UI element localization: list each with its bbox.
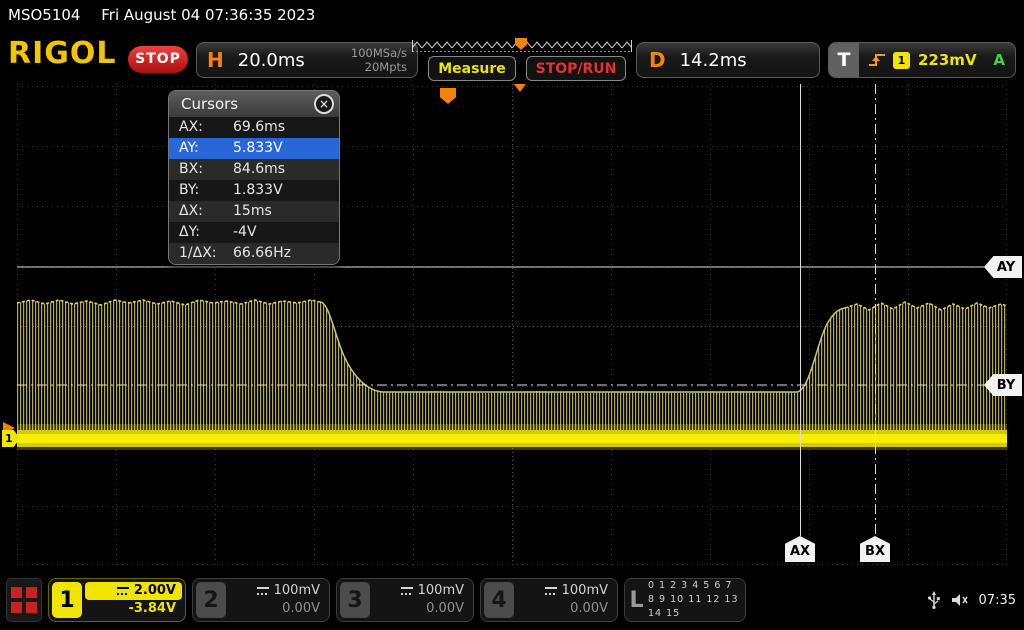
dc-coupling-icon — [256, 586, 269, 595]
cursor-row-inv-dx: 1/ΔX: 66.66Hz — [169, 243, 339, 264]
trigger-slope-icon — [869, 54, 885, 66]
cursor-row-ay[interactable]: AY: 5.833V — [169, 138, 339, 159]
channel-2-number: 2 — [196, 582, 226, 618]
channel-1-box[interactable]: 1 2.00V -3.84V — [48, 578, 186, 622]
logo-square — [26, 602, 37, 613]
logo-square — [11, 587, 22, 598]
channel-1-offset: -3.84V — [128, 601, 176, 616]
cursors-panel: Cursors × AX: 69.6ms AY: 5.833V BX: 84.6… — [168, 90, 340, 265]
status-bar: MSO5104 Fri August 04 07:36:35 2023 — [0, 0, 1024, 30]
channel1-marker-label: 1 — [5, 432, 13, 445]
datetime: Fri August 04 07:36:35 2023 — [101, 6, 316, 24]
cursor-row-dy: ΔY: -4V — [169, 222, 339, 243]
clock: 07:35 — [978, 592, 1016, 608]
trigger-mode: A — [993, 51, 1005, 69]
channel-2-scale: 100mV — [229, 582, 326, 600]
channel-4-scale: 100mV — [517, 582, 614, 600]
channel-1-scale: 2.00V — [85, 582, 182, 600]
timebase-value: 20.0ms — [237, 49, 305, 71]
delay-panel[interactable]: D 14.2ms — [636, 42, 820, 78]
ch1-waveform — [17, 299, 1007, 450]
measure-button[interactable]: Measure — [428, 56, 516, 81]
logic-channels-row1: 0 1 2 3 4 5 6 7 — [647, 579, 733, 591]
cursor-row-ax: AX: 69.6ms — [169, 117, 339, 138]
horizontal-label: H — [207, 48, 224, 72]
acquisition-overview-strip[interactable] — [412, 38, 632, 53]
cursors-readouts: AX: 69.6ms AY: 5.833V BX: 84.6ms BY: 1.8… — [169, 117, 339, 264]
logo-square — [11, 602, 22, 613]
logic-label: L — [629, 587, 644, 613]
stop-run-button[interactable]: STOP/RUN — [526, 56, 626, 81]
graticule-plot — [17, 84, 1007, 566]
cursor-row-bx: BX: 84.6ms — [169, 159, 339, 180]
dc-coupling-icon — [400, 586, 413, 595]
channel-1-number: 1 — [52, 582, 82, 618]
speaker-mute-icon[interactable] — [951, 593, 969, 607]
channel-4-box[interactable]: 4 100mV 0.00V — [480, 578, 618, 622]
acquisition-info: 100MSa/s 20Mpts — [351, 46, 407, 75]
rigol-logo: RIGOL — [8, 36, 117, 71]
header: RIGOL STOP H 20.0ms 100MSa/s 20Mpts Meas… — [0, 30, 1024, 84]
acquisition-status-badge: STOP — [128, 46, 188, 73]
trigger-panel[interactable]: T 1 223mV A — [828, 42, 1016, 78]
trigger-level-value: 223mV — [918, 51, 977, 69]
cursor-row-dx: ΔX: 15ms — [169, 201, 339, 222]
usb-icon — [927, 591, 940, 609]
close-icon[interactable]: × — [314, 94, 334, 114]
logic-channels-row2: 8 9 10 11 12 13 14 15 — [647, 593, 739, 620]
cursors-panel-title-text: Cursors — [181, 95, 239, 113]
status-icons: 07:35 — [927, 578, 1016, 622]
sample-rate: 100MSa/s — [350, 45, 407, 60]
rigol-menu-button[interactable] — [6, 578, 42, 622]
logo-square — [26, 587, 37, 598]
channel-4-number: 4 — [484, 582, 514, 618]
channel-4-offset: 0.00V — [570, 601, 608, 616]
logic-analyzer-box[interactable]: L 0 1 2 3 4 5 6 7 8 9 10 11 12 13 14 15 — [624, 578, 746, 622]
channel-2-offset: 0.00V — [282, 601, 320, 616]
horizontal-panel[interactable]: H 20.0ms 100MSa/s 20Mpts — [196, 42, 418, 78]
delay-label: D — [649, 48, 666, 72]
cursors-panel-title: Cursors × — [169, 91, 339, 117]
channel-3-box[interactable]: 3 100mV 0.00V — [336, 578, 474, 622]
bottom-bar: 1 2.00V -3.84V 2 100mV 0.00V 3 100mV 0.0… — [0, 574, 1024, 630]
channel-3-offset: 0.00V — [426, 601, 464, 616]
model-name: MSO5104 — [8, 6, 81, 24]
trigger-source-badge: 1 — [893, 51, 910, 69]
memory-depth: 20Mpts — [364, 60, 407, 74]
dc-coupling-icon — [116, 586, 129, 595]
logic-channels: 0 1 2 3 4 5 6 7 8 9 10 11 12 13 14 15 — [648, 579, 745, 622]
channel-3-number: 3 — [340, 582, 370, 618]
trigger-label: T — [829, 43, 859, 77]
channel-3-scale: 100mV — [373, 582, 470, 600]
channel-2-box[interactable]: 2 100mV 0.00V — [192, 578, 330, 622]
cursor-row-by: BY: 1.833V — [169, 180, 339, 201]
delay-value: 14.2ms — [679, 49, 747, 71]
waveform-display[interactable]: 1 AY BY AX BX Cursors × AX: 69.6ms AY: 5… — [0, 84, 1024, 566]
dc-coupling-icon — [544, 586, 557, 595]
